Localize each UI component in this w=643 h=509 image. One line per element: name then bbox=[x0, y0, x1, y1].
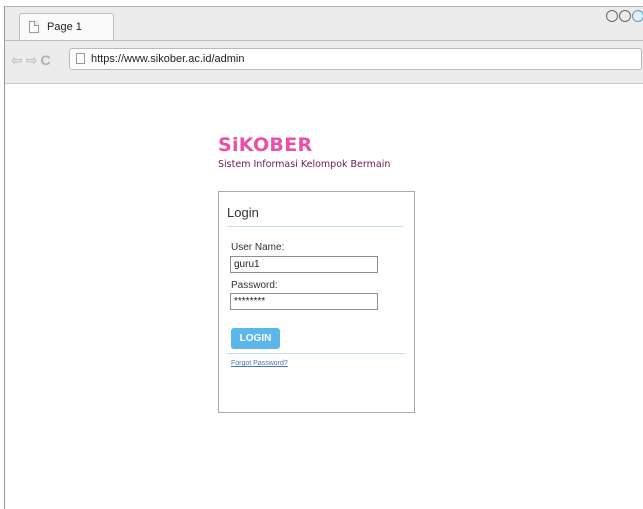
app-subtitle: Sistem Informasi Kelompok Bermain bbox=[218, 159, 391, 170]
window-control-icon[interactable] bbox=[606, 10, 618, 22]
url-text: https://www.sikober.ac.id/admin bbox=[91, 53, 245, 65]
nav-buttons: ⇦ ⇨ C bbox=[11, 51, 51, 69]
login-heading: Login bbox=[227, 205, 259, 220]
browser-chrome: Page 1 ⇦ ⇨ C https://www.sikober.ac.id/a… bbox=[5, 7, 643, 84]
tab-strip-divider bbox=[5, 40, 643, 41]
reload-icon[interactable]: C bbox=[40, 51, 50, 69]
page-icon bbox=[76, 53, 85, 64]
button-divider bbox=[227, 353, 405, 354]
heading-divider bbox=[227, 226, 403, 227]
address-bar[interactable]: https://www.sikober.ac.id/admin bbox=[69, 48, 642, 70]
window-control-icon[interactable] bbox=[632, 10, 643, 22]
password-label: Password: bbox=[231, 280, 278, 291]
page-icon bbox=[29, 21, 39, 33]
window-controls bbox=[606, 10, 643, 24]
username-input[interactable]: guru1 bbox=[230, 256, 378, 273]
brand-header: SiKOBER Sistem Informasi Kelompok Bermai… bbox=[218, 134, 390, 170]
login-button[interactable]: LOGIN bbox=[231, 328, 280, 349]
back-arrow-icon[interactable]: ⇦ bbox=[11, 51, 23, 69]
app-title: SiKOBER bbox=[218, 134, 313, 156]
forward-arrow-icon[interactable]: ⇨ bbox=[26, 51, 38, 69]
forgot-password-link[interactable]: Forgot Password? bbox=[231, 360, 288, 367]
login-panel: Login User Name: guru1 Password: *******… bbox=[218, 191, 415, 413]
browser-tab[interactable]: Page 1 bbox=[19, 13, 114, 41]
username-label: User Name: bbox=[231, 242, 285, 253]
password-input[interactable]: ******** bbox=[230, 293, 378, 310]
tab-title: Page 1 bbox=[47, 21, 82, 33]
window-control-icon[interactable] bbox=[619, 10, 631, 22]
